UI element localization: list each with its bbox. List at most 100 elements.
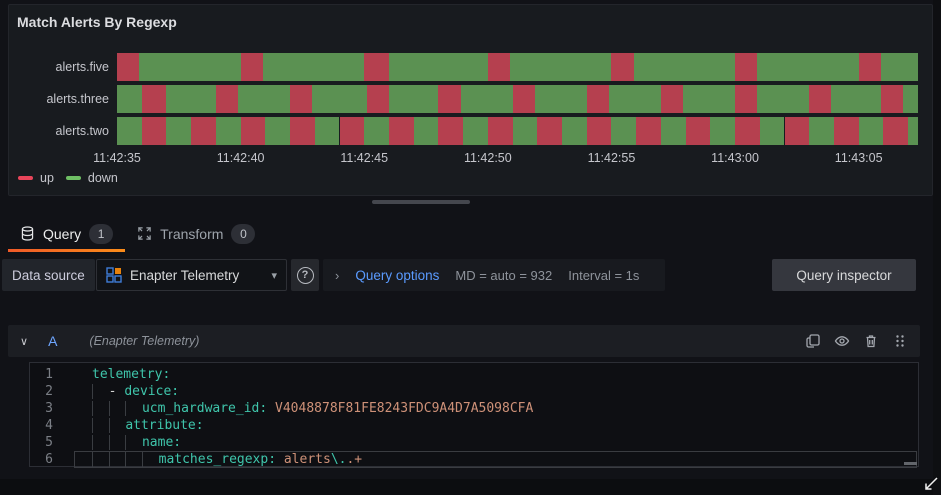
legend-swatch xyxy=(65,176,81,180)
timeline-segment-up xyxy=(388,117,414,145)
right-gutter xyxy=(933,0,941,495)
tab-query-count: 1 xyxy=(89,223,114,244)
line-number: 1 xyxy=(45,367,53,382)
line-content: attribute: xyxy=(92,417,918,434)
timeline-segment-up xyxy=(537,117,562,145)
timeline-segment-down xyxy=(710,117,736,145)
timeline-segment-down xyxy=(880,53,918,81)
line-content: - device: xyxy=(92,383,918,400)
timeline-segment-up xyxy=(735,85,758,113)
timeline-segment-down xyxy=(510,53,612,81)
editor-tabs: Query 1 Transform 0 xyxy=(0,215,941,252)
datasource-picker[interactable]: Enapter Telemetry ▾ xyxy=(96,259,287,291)
timeline-segment-down xyxy=(314,117,340,145)
timeline-segment-down xyxy=(117,117,142,145)
chevron-right-icon[interactable]: › xyxy=(335,268,339,283)
active-tab-indicator xyxy=(8,249,126,252)
axis-tick-label: 11:42:40 xyxy=(216,151,265,165)
interval-value: Interval = 1s xyxy=(568,267,640,283)
query-ref-id: A xyxy=(48,333,58,349)
timeline-segment-up xyxy=(339,117,365,145)
query-options-toggle[interactable]: Query options xyxy=(355,268,439,283)
timeline-segment-down xyxy=(809,117,834,145)
axis-tick-label: 11:42:35 xyxy=(93,151,141,165)
timeline-segment-down xyxy=(534,85,587,113)
timeline-segment-down xyxy=(757,53,859,81)
legend-item-down[interactable]: down xyxy=(65,171,118,185)
query-inspector-button[interactable]: Query inspector xyxy=(772,259,916,291)
pane-resize-handle[interactable] xyxy=(372,200,470,204)
axis-tick-label: 11:43:05 xyxy=(834,151,883,165)
timeline-segment-down xyxy=(388,53,488,81)
timeline-segment-down xyxy=(908,117,918,145)
query-datasource-hint: (Enapter Telemetry) xyxy=(89,334,200,348)
query-toolbar: Data source Enapter Telemetry ▾ ? › Quer… xyxy=(0,259,941,291)
timeline-segment-up xyxy=(438,117,464,145)
datasource-help-button[interactable]: ? xyxy=(291,259,319,291)
timeline-segment-down xyxy=(312,85,367,113)
tab-query[interactable]: Query 1 xyxy=(8,215,126,252)
series-label: alerts.three xyxy=(46,92,109,106)
editor-footer xyxy=(0,479,933,495)
timeline-segment-up xyxy=(438,85,461,113)
line-content: name: xyxy=(92,434,918,451)
timeline-row xyxy=(117,117,918,145)
drag-handle-icon[interactable] xyxy=(892,333,908,349)
editor-scrollbar-thumb[interactable] xyxy=(904,462,917,465)
code-line[interactable]: 2 - device: xyxy=(30,383,918,400)
timeline-segment-down xyxy=(683,85,736,113)
timeline-segment-up xyxy=(290,85,313,113)
timeline-segment-down xyxy=(660,117,686,145)
duplicate-query-icon[interactable] xyxy=(805,333,821,349)
code-line[interactable]: 4 attribute: xyxy=(30,417,918,434)
query-row-header[interactable]: ∨ A (Enapter Telemetry) xyxy=(8,325,920,357)
timeline-segment-down xyxy=(238,85,291,113)
timeline-segment-up xyxy=(685,117,711,145)
timeline-segment-down xyxy=(364,117,389,145)
timeline-segment-up xyxy=(586,85,609,113)
timeline-segment-up xyxy=(586,117,612,145)
timeline-segment-down xyxy=(166,85,216,113)
hide-query-eye-icon[interactable] xyxy=(834,333,850,349)
timeline-segment-down xyxy=(215,117,241,145)
timeline-segment-up xyxy=(883,117,909,145)
yaml-query-editor[interactable]: 1 telemetry: 2 - device: 3 ucm_hardware_id:… xyxy=(29,362,919,468)
timeline-segment-down xyxy=(265,117,291,145)
datasource-name: Enapter Telemetry xyxy=(130,267,240,283)
timeline-segment-up xyxy=(487,53,511,81)
legend-label: up xyxy=(40,171,54,185)
code-line[interactable]: 6 matches_regexp: alerts\..+ xyxy=(30,451,918,468)
timeline-segment-down xyxy=(463,117,488,145)
timeline-segment-up xyxy=(858,53,881,81)
code-line[interactable]: 5 name: xyxy=(30,434,918,451)
timeline-segment-down xyxy=(262,53,365,81)
state-timeline: alerts.five alerts.three alerts.two xyxy=(9,53,918,145)
timeline-segment-up xyxy=(611,53,634,81)
timeline-segment-up xyxy=(240,53,263,81)
legend-label: down xyxy=(87,171,118,185)
code-line[interactable]: 1 telemetry: xyxy=(30,366,918,383)
line-number: 2 xyxy=(45,384,53,399)
code-line[interactable]: 3 ucm_hardware_id: V4048878F81FE8243FDC9… xyxy=(30,400,918,417)
chevron-down-icon: ▾ xyxy=(271,269,277,282)
timeline-segment-up xyxy=(809,85,832,113)
timeline-segment-down xyxy=(757,85,810,113)
collapse-chevron-icon[interactable]: ∨ xyxy=(20,335,28,348)
axis-tick-label: 11:42:55 xyxy=(587,151,636,165)
timeline-segment-up xyxy=(487,117,513,145)
timeline-segment-down xyxy=(562,117,587,145)
query-options-bar: › Query options MD = auto = 932 Interval… xyxy=(323,259,665,291)
timeline-segment-down xyxy=(608,85,661,113)
timeline-segment-up xyxy=(191,117,216,145)
timeline-segment-down xyxy=(166,117,192,145)
timeline-segment-up xyxy=(117,53,140,81)
tab-transform[interactable]: Transform 0 xyxy=(125,215,267,252)
timeline-segment-up xyxy=(784,117,810,145)
series-label: alerts.five xyxy=(55,60,110,74)
legend-swatch xyxy=(18,176,33,180)
delete-query-trash-icon[interactable] xyxy=(863,333,879,349)
line-number: 5 xyxy=(45,435,53,450)
timeline-panel: Match Alerts By Regexp alerts.five alerts… xyxy=(8,4,933,196)
code-lines: 1 telemetry: 2 - device: 3 ucm_hardware_id:… xyxy=(30,366,918,468)
legend-item-up[interactable]: up xyxy=(18,171,54,185)
